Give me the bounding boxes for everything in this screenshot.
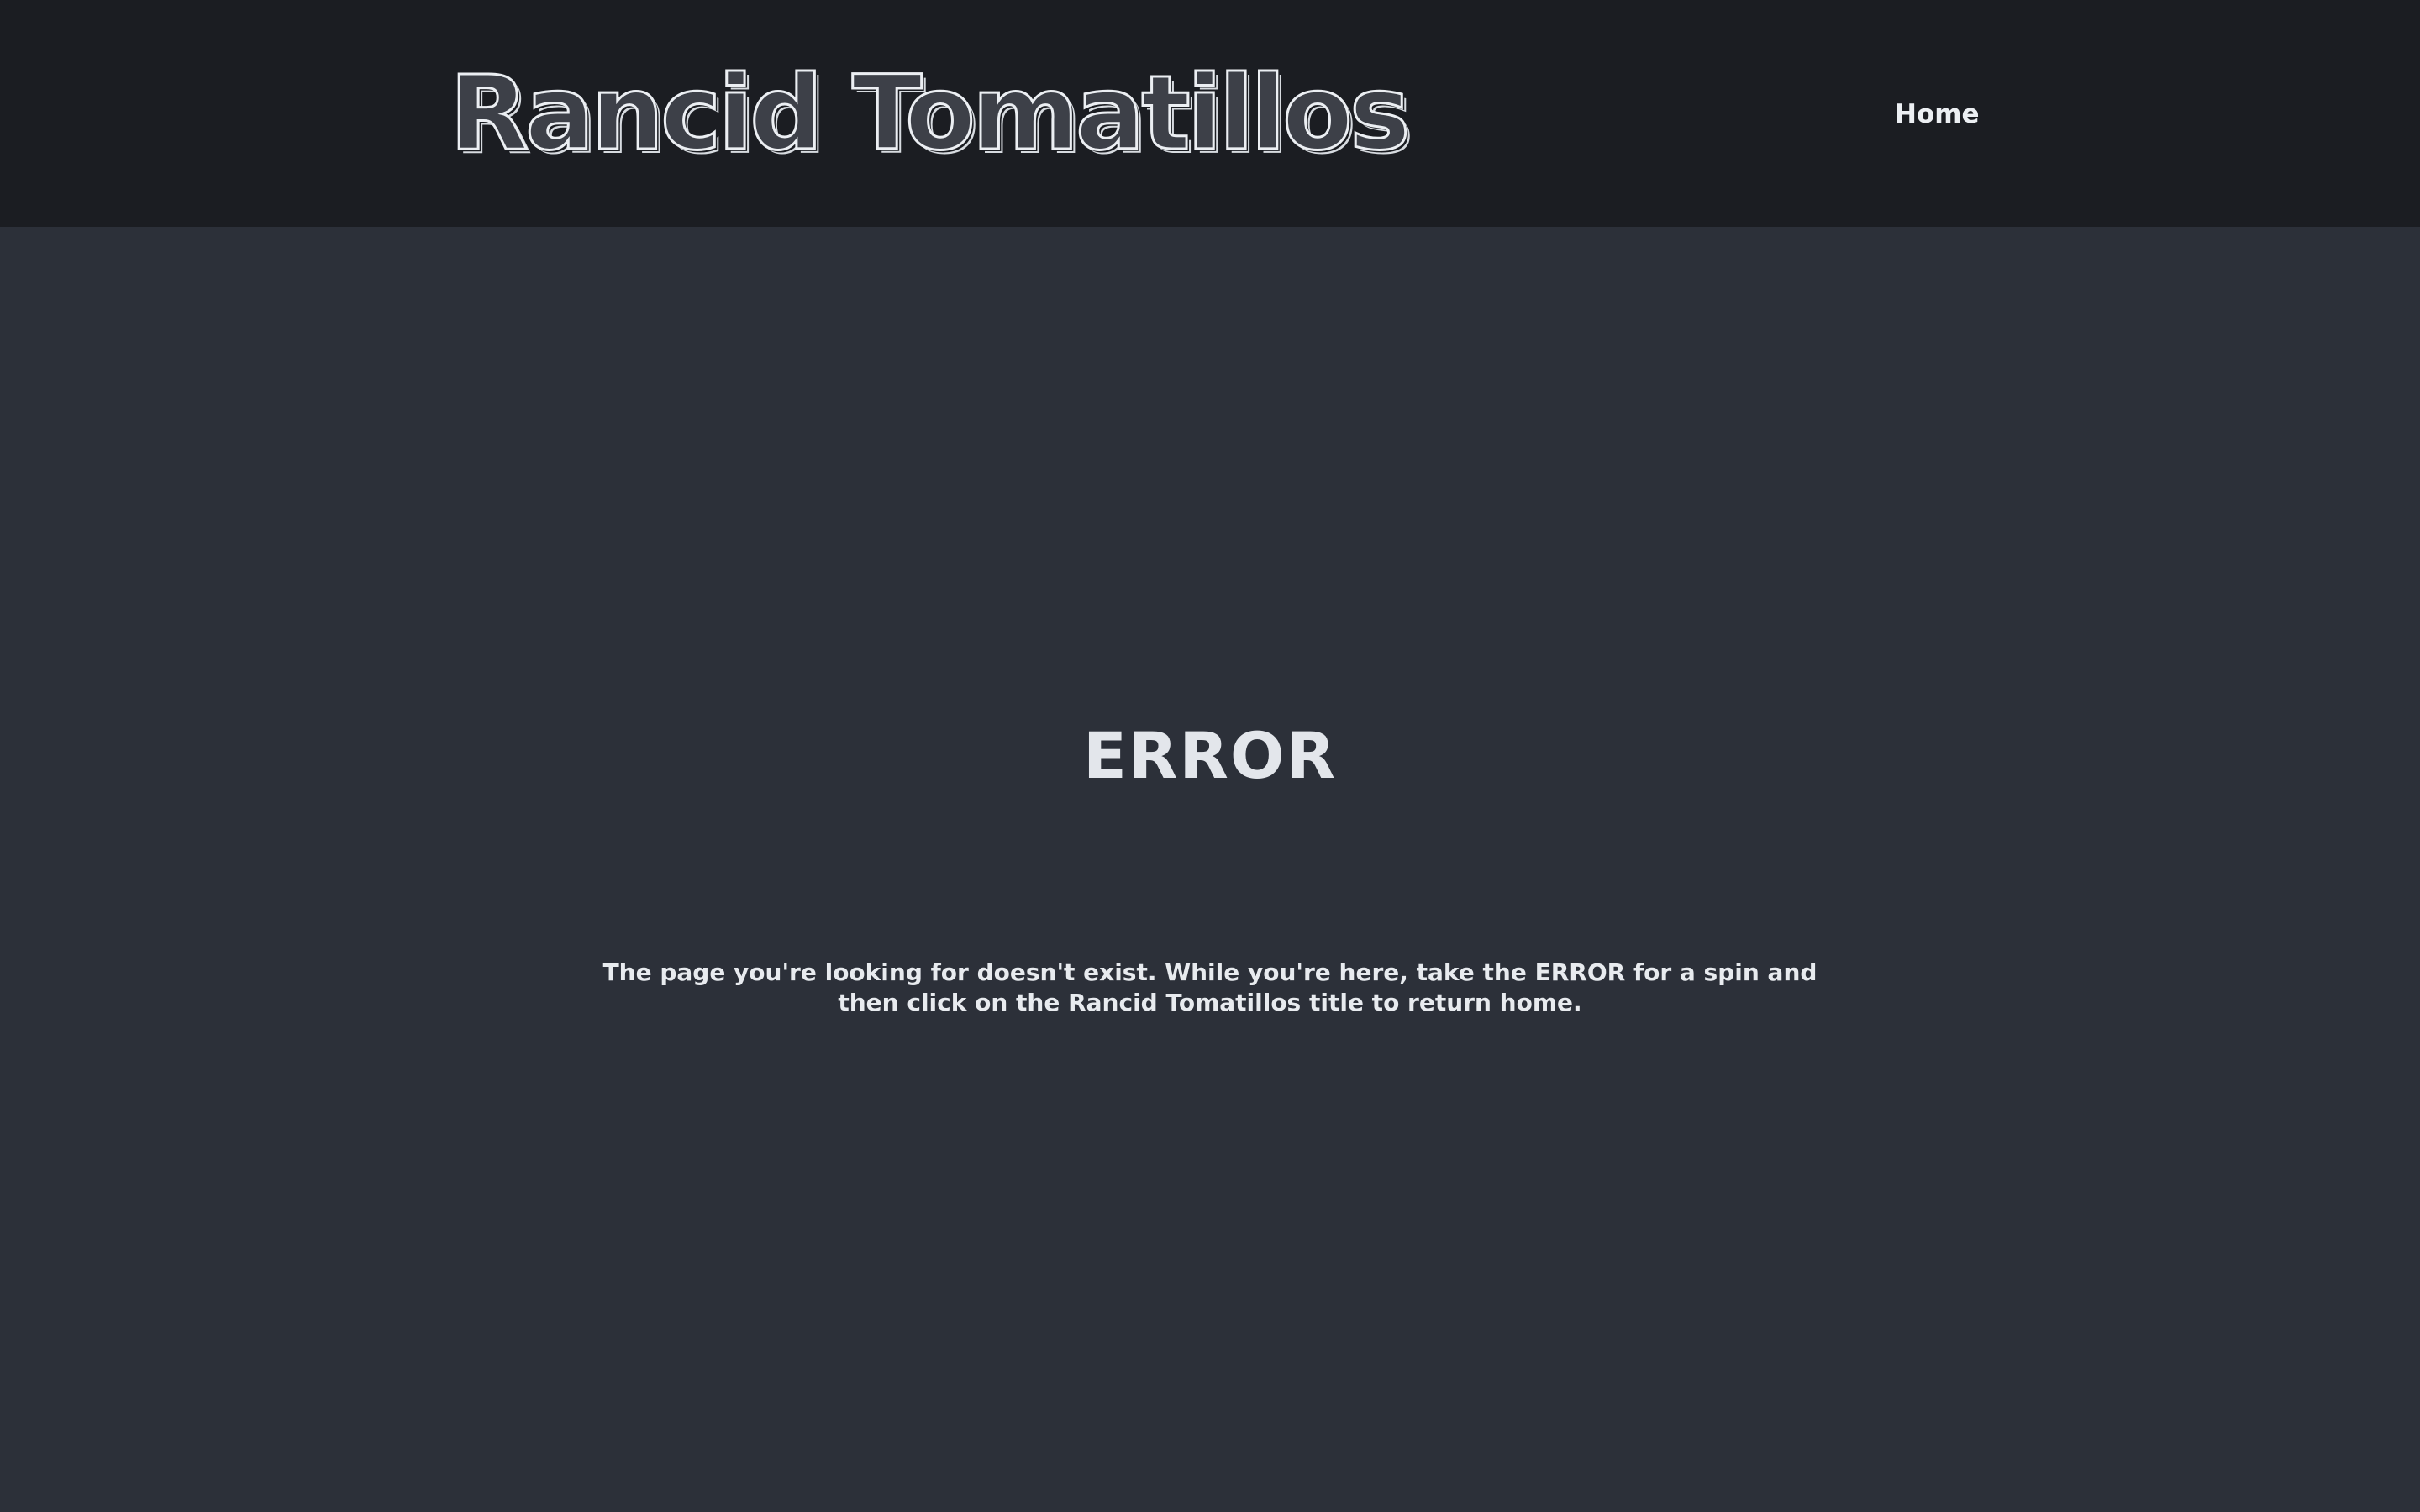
main-content: ERROR The page you're looking for doesn'… [0,227,2420,1512]
nav-home-link[interactable]: Home [1895,97,1980,131]
error-heading[interactable]: ERROR [0,718,2420,794]
site-header: Rancid Tomatillos Home [0,0,2420,227]
error-message: The page you're looking for doesn't exis… [602,958,1818,1016]
site-title-link[interactable]: Rancid Tomatillos [449,58,1413,170]
